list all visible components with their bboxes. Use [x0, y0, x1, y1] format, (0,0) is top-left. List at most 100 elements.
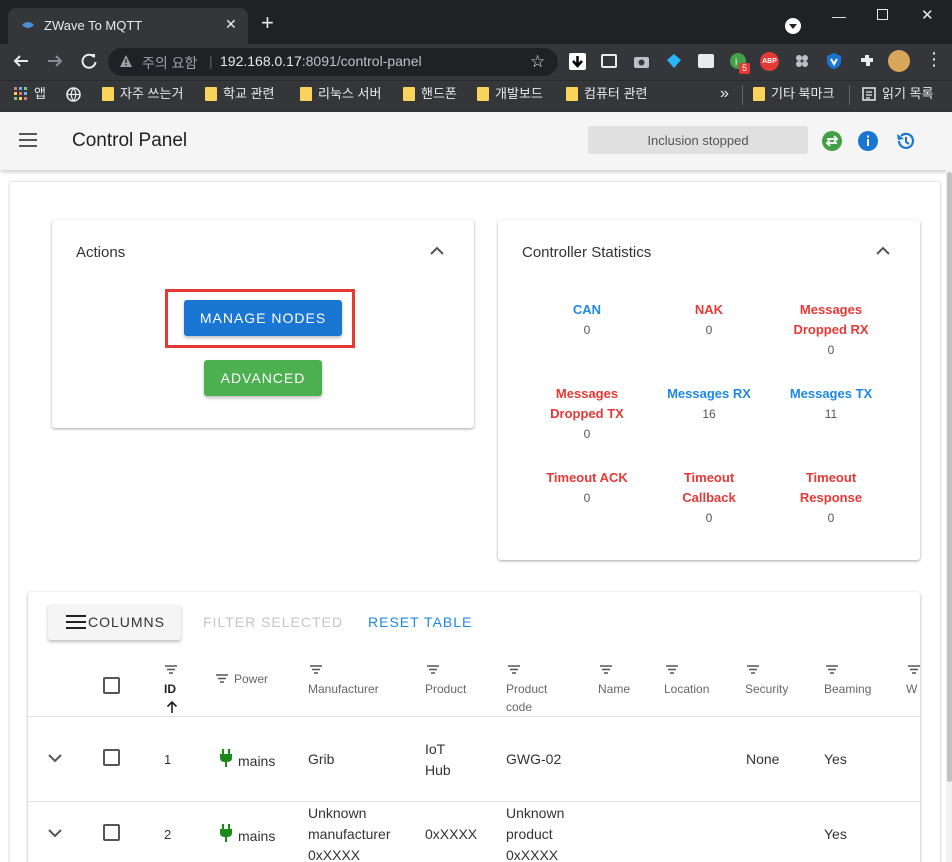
minimize-window-icon[interactable]: — — [832, 8, 846, 24]
close-window-icon[interactable]: ✕ — [921, 6, 934, 24]
bookmark-star-icon[interactable]: ☆ — [530, 52, 545, 72]
filter-icon[interactable] — [747, 665, 759, 674]
reading-list-icon — [862, 87, 876, 101]
manage-nodes-button[interactable]: MANAGE NODES — [184, 300, 342, 336]
warning-icon[interactable] — [119, 54, 133, 68]
filter-icon[interactable] — [310, 665, 322, 674]
advanced-button[interactable]: ADVANCED — [204, 360, 322, 396]
reading-list[interactable]: 읽기 목록 — [862, 85, 933, 103]
folder-icon — [403, 87, 415, 101]
bookmark-folder[interactable]: 리눅스 서버 — [300, 85, 381, 103]
swap-arrows-icon[interactable] — [822, 131, 842, 151]
filter-icon[interactable] — [427, 665, 439, 674]
stat-value: 0 — [583, 491, 591, 505]
bookmark-label: 자주 쓰는거 — [120, 86, 184, 101]
bookmark-label: 개발보드 — [495, 86, 543, 101]
url-path: :8091/control-panel — [301, 53, 422, 69]
sort-ascending-icon[interactable] — [166, 700, 178, 714]
collapse-statistics-icon[interactable] — [876, 246, 890, 256]
browser-menu-icon[interactable]: ⋮ — [925, 50, 943, 68]
filter-selected-button[interactable]: FILTER SELECTED — [203, 614, 343, 630]
header-divider — [28, 716, 920, 717]
maximize-window-icon[interactable] — [877, 9, 888, 20]
new-tab-icon[interactable]: + — [261, 12, 274, 34]
bookmark-separator — [849, 85, 850, 105]
column-header-product-code[interactable]: Product code — [506, 680, 562, 716]
collapse-actions-icon[interactable] — [430, 246, 444, 256]
filter-icon[interactable] — [908, 665, 920, 674]
url-text[interactable]: 192.168.0.17:8091/control-panel — [220, 53, 422, 69]
filter-icon[interactable] — [666, 665, 678, 674]
column-header-product[interactable]: Product — [425, 680, 466, 698]
bookmark-folder[interactable]: 개발보드 — [477, 85, 543, 103]
hamburger-menu-icon[interactable] — [19, 133, 37, 147]
window-extension-icon[interactable] — [601, 54, 617, 68]
select-all-checkbox[interactable] — [103, 677, 120, 694]
url-host: 192.168.0.17 — [220, 53, 302, 69]
folder-icon — [102, 87, 114, 101]
column-header-id[interactable]: ID — [164, 680, 176, 698]
cell-product-code: GWG-02 — [506, 751, 562, 767]
extensions-puzzle-icon[interactable] — [859, 53, 875, 69]
filter-icon[interactable] — [216, 674, 228, 683]
filter-icon[interactable] — [600, 665, 612, 674]
plug-icon — [219, 749, 233, 767]
globe-bookmark-icon[interactable] — [66, 85, 81, 103]
expand-row-icon[interactable] — [48, 829, 62, 838]
filter-icon[interactable] — [508, 665, 520, 674]
stat-messages-dropped-rx: Messages Dropped RX 0 — [776, 300, 886, 360]
cell-power: mains — [238, 753, 276, 769]
shield-extension-icon[interactable] — [826, 52, 842, 70]
reset-table-button[interactable]: RESET TABLE — [368, 614, 472, 630]
puzzle-piece-extension-icon[interactable] — [794, 53, 810, 69]
adblock-extension-icon[interactable]: ABP — [760, 52, 779, 71]
stat-messages-dropped-tx: Messages Dropped TX 0 — [532, 384, 642, 444]
column-header-location[interactable]: Location — [664, 680, 709, 698]
page-scrollbar-thumb[interactable] — [947, 172, 952, 782]
bookmark-label: 학교 관련 — [223, 86, 275, 101]
inclusion-status: Inclusion stopped — [588, 126, 808, 154]
bookmark-folder[interactable]: 핸드폰 — [403, 85, 457, 103]
profile-avatar[interactable] — [888, 50, 910, 72]
columns-menu-icon — [66, 615, 86, 629]
expand-row-icon[interactable] — [48, 754, 62, 763]
column-header-beaming[interactable]: Beaming — [824, 680, 871, 698]
column-header-w[interactable]: W — [906, 680, 917, 698]
column-header-manufacturer[interactable]: Manufacturer — [308, 680, 379, 698]
actions-card-title: Actions — [76, 244, 126, 261]
reload-icon[interactable] — [80, 52, 98, 70]
page-title: Control Panel — [72, 130, 188, 151]
profile-dropdown-icon[interactable] — [784, 17, 802, 35]
download-extension-icon[interactable] — [569, 53, 586, 70]
filter-icon[interactable] — [826, 665, 838, 674]
back-icon[interactable] — [12, 52, 30, 70]
cell-security: None — [746, 751, 780, 767]
column-header-name[interactable]: Name — [598, 680, 630, 698]
close-tab-icon[interactable]: ✕ — [225, 16, 237, 33]
bookmark-label: 리눅스 서버 — [318, 86, 382, 101]
bookmark-folder[interactable]: 컴퓨터 관련 — [566, 85, 647, 103]
bookmark-folder[interactable]: 자주 쓰는거 — [102, 85, 183, 103]
diamond-extension-icon[interactable] — [666, 53, 682, 69]
forward-icon[interactable] — [46, 52, 64, 70]
column-header-power[interactable]: Power — [234, 670, 268, 688]
row-checkbox[interactable] — [103, 824, 120, 841]
bookmarks-overflow-icon[interactable]: » — [720, 85, 729, 103]
folder-icon — [477, 87, 489, 101]
cell-product: IoT Hub — [425, 741, 451, 778]
column-header-security[interactable]: Security — [745, 680, 788, 698]
bookmark-folder[interactable]: 학교 관련 — [205, 85, 274, 103]
stat-label: Messages TX — [789, 386, 873, 401]
camera-extension-icon[interactable] — [633, 54, 650, 69]
filter-icon[interactable] — [165, 665, 177, 674]
info-icon[interactable] — [858, 131, 878, 151]
row-checkbox[interactable] — [103, 749, 120, 766]
zwave-favicon-icon — [20, 17, 36, 33]
bookmark-folder-other[interactable]: 기타 북마크 — [753, 85, 834, 103]
bookmark-label: 컴퓨터 관련 — [584, 86, 648, 101]
history-icon[interactable] — [894, 130, 916, 152]
bookmark-apps[interactable]: 앱 — [14, 85, 46, 103]
stat-label: NAK — [694, 302, 724, 317]
screenshot-extension-icon[interactable] — [698, 54, 714, 68]
cell-beaming: Yes — [824, 751, 847, 767]
